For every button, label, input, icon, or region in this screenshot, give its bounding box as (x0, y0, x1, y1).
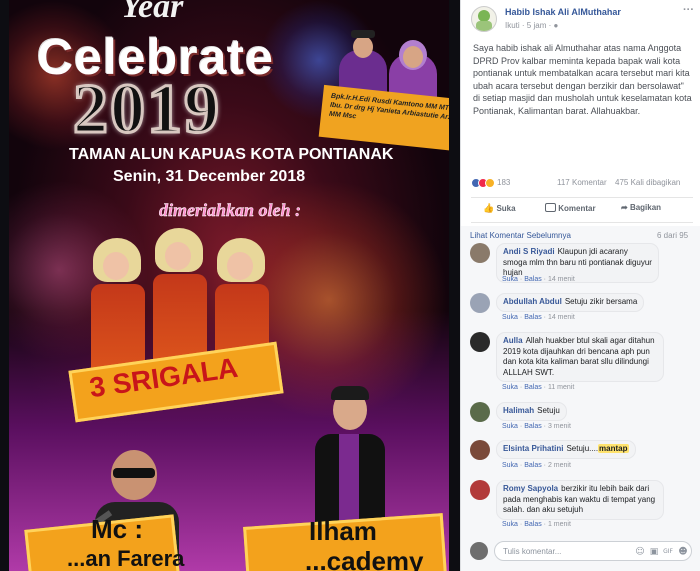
comment-meta: Suka · Balas · 3 menit (502, 423, 571, 430)
shares-count[interactable]: 475 Kali dibagikan (615, 178, 680, 187)
comment-time[interactable]: 14 menit (548, 314, 575, 321)
share-icon: ➦ (621, 203, 628, 212)
commenter-avatar[interactable] (470, 440, 490, 460)
share-button[interactable]: ➦ Bagikan (621, 203, 661, 212)
like-button[interactable]: 👍 Suka (483, 203, 516, 214)
emoji-icon[interactable]: ☺ (635, 547, 645, 557)
commenter-name[interactable]: Aulla (503, 336, 523, 345)
photo-viewer[interactable]: Year Celebrate 2019 TAMAN ALUN KAPUAS KO… (0, 0, 460, 571)
gif-icon[interactable]: GIF (663, 547, 673, 557)
reactions-count[interactable]: 183 (497, 178, 510, 187)
commenter-avatar[interactable] (470, 243, 490, 263)
comment-bubble: Abdullah Abdul Setuju zikir bersama (496, 293, 645, 312)
comment-composer: Tulis komentar... ☺ ▣ GIF ☻ (470, 541, 694, 563)
commenter-name[interactable]: Elsinta Prihatini (503, 444, 563, 453)
comment-time[interactable]: 3 menit (548, 423, 571, 430)
comment-text: Setuju (537, 406, 560, 415)
comment-meta: Suka · Balas · 11 menit (502, 384, 575, 391)
commenter-avatar[interactable] (470, 402, 490, 422)
event-poster-image: Year Celebrate 2019 TAMAN ALUN KAPUAS KO… (9, 0, 449, 571)
mc-label: Mc : (91, 514, 143, 544)
comment-meta: Suka · Balas · 1 menit (502, 521, 571, 528)
comment-like-link[interactable]: Suka (502, 423, 518, 430)
comment-like-link[interactable]: Suka (502, 462, 518, 469)
comment-like-link[interactable]: Suka (502, 521, 518, 528)
comment-bubble: Romy Sapyola berzikir itu lebih baik dari… (496, 480, 664, 520)
post-text: Saya habib ishak ali Almuthahar atas nam… (473, 43, 692, 116)
comment-input-placeholder: Tulis komentar... (503, 547, 562, 556)
comment-text: Setuju zikir bersama (564, 297, 638, 306)
commenter-avatar[interactable] (470, 332, 490, 352)
haha-reaction-icon (485, 178, 495, 188)
comment-reply-link[interactable]: Balas (524, 521, 542, 528)
poster-date: Senin, 31 December 2018 (113, 168, 306, 185)
author-name-link[interactable]: Habib Ishak Ali AlMuthahar (505, 7, 621, 17)
ilham-name: ...cademy (305, 546, 424, 571)
comment-meta: Suka · Balas · 14 menit (502, 276, 575, 283)
comments-count[interactable]: 117 Komentar (557, 178, 607, 187)
commenter-avatar[interactable] (470, 293, 490, 313)
comment-icon (545, 203, 556, 212)
comment-meta: Suka · Balas · 14 menit (502, 314, 575, 321)
thumbs-up-icon: 👍 (483, 203, 495, 213)
comment-button[interactable]: Komentar (545, 203, 596, 213)
comment-meta: Suka · Balas · 2 menit (502, 462, 571, 469)
comment-text: Allah huakber btul skali agar ditahun 20… (503, 336, 655, 377)
mc-name: ...an Farera (67, 546, 185, 571)
sticker-icon[interactable]: ☻ (678, 547, 688, 557)
comment-tag: mantap (598, 444, 629, 453)
globe-icon: ● (553, 21, 559, 30)
commenter-avatar[interactable] (470, 480, 490, 500)
poster-performers-heading: dimeriahkan oleh : (159, 200, 302, 221)
poster-year-text: Year (121, 0, 184, 25)
ilham-label: Ilham (309, 516, 377, 546)
comment-text: Setuju.... (566, 444, 599, 453)
commenter-name[interactable]: Andi S Riyadi (503, 247, 555, 256)
comment-reply-link[interactable]: Balas (524, 276, 542, 283)
comments-page-count: 6 dari 95 (657, 231, 689, 240)
poster-venue: TAMAN ALUN KAPUAS KOTA PONTIANAK (69, 146, 394, 163)
post-time[interactable]: 5 jam (527, 21, 547, 30)
comment-input[interactable]: Tulis komentar... ☺ ▣ GIF ☻ (494, 541, 692, 561)
comment-bubble: Elsinta Prihatini Setuju....mantap (496, 440, 636, 459)
camera-icon[interactable]: ▣ (649, 547, 659, 557)
comment-like-link[interactable]: Suka (502, 276, 518, 283)
comment-reply-link[interactable]: Balas (524, 314, 542, 321)
comment-bubble: Aulla Allah huakber btul skali agar ditah… (496, 332, 664, 382)
commenter-name[interactable]: Romy Sapyola (503, 484, 558, 493)
view-previous-comments-link[interactable]: Lihat Komentar Sebelumnya (470, 231, 571, 240)
engagement-counts: 183 117 Komentar 475 Kali dibagikan (471, 178, 693, 190)
author-avatar[interactable] (471, 6, 497, 32)
comment-like-link[interactable]: Suka (502, 314, 518, 321)
viewer-avatar (470, 542, 488, 560)
comment-reply-link[interactable]: Balas (524, 462, 542, 469)
poster-2019-text: 2019 (72, 70, 221, 150)
comment-time[interactable]: 1 menit (548, 521, 571, 528)
comment-like-link[interactable]: Suka (502, 384, 518, 391)
comment-time[interactable]: 11 menit (548, 384, 574, 391)
post-meta: Ikuti · 5 jam · ● (505, 21, 559, 30)
more-options-icon[interactable]: ··· (683, 4, 694, 16)
post-panel: Habib Ishak Ali AlMuthahar Ikuti · 5 jam… (460, 0, 700, 571)
follow-link[interactable]: Ikuti (505, 21, 520, 30)
comment-time[interactable]: 14 menit (548, 276, 575, 283)
commenter-name[interactable]: Abdullah Abdul (503, 297, 562, 306)
comment-reply-link[interactable]: Balas (524, 384, 542, 391)
commenter-name[interactable]: Halimah (503, 406, 534, 415)
post-actions: 👍 Suka Komentar ➦ Bagikan (471, 197, 693, 223)
comment-time[interactable]: 2 menit (548, 462, 571, 469)
comment-reply-link[interactable]: Balas (524, 423, 542, 430)
comment-bubble: Halimah Setuju (496, 402, 567, 421)
